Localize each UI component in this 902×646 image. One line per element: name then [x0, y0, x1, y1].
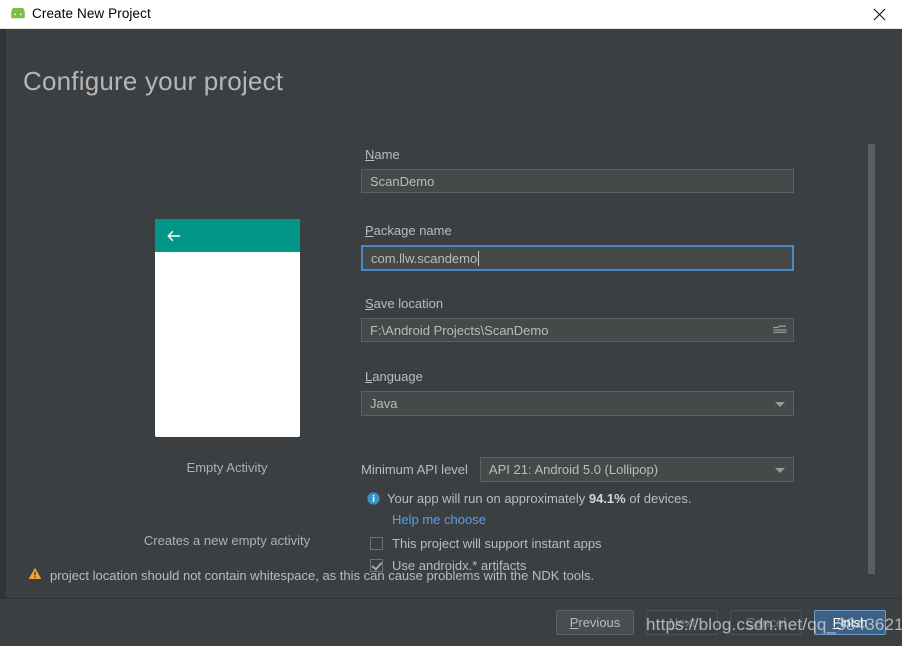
minimum-api-label: Minimum API level [361, 462, 468, 477]
next-button[interactable]: Next [646, 610, 718, 635]
preview-appbar [155, 219, 300, 252]
warning-triangle-icon [28, 567, 42, 585]
cancel-button-label: ancel [755, 615, 786, 630]
template-preview-card [155, 219, 300, 437]
previous-button[interactable]: Previous [556, 610, 634, 635]
save-location-label-mnemonic: S [365, 296, 374, 311]
dialog-body: Configure your project Empty Activity Cr… [0, 29, 902, 646]
finish-button-mnemonic: F [833, 615, 841, 630]
next-button-label: ext [678, 615, 695, 630]
device-coverage-info: Your app will run on approximately 94.1%… [367, 491, 692, 508]
field-group-name: Name ScanDemo [361, 147, 794, 193]
template-description-label: Creates a new empty activity [102, 533, 352, 548]
window-title: Create New Project [32, 6, 151, 21]
info-icon [367, 492, 380, 508]
content-scrollbar[interactable] [866, 134, 876, 582]
dialog-button-bar: Previous Next Cancel Finish [0, 599, 902, 646]
validation-warning-text: project location should not contain whit… [50, 568, 594, 583]
instant-apps-label: This project will support instant apps [392, 536, 602, 551]
minimum-api-select-value: API 21: Android 5.0 (Lollipop) [489, 462, 658, 477]
finish-button-label: inish [841, 615, 868, 630]
device-coverage-text-before: Your app will run on approximately [387, 491, 589, 506]
instant-apps-checkbox[interactable] [370, 537, 383, 550]
android-robot-icon [9, 8, 27, 22]
minimum-api-select[interactable]: API 21: Android 5.0 (Lollipop) [480, 457, 794, 482]
previous-button-mnemonic: P [570, 615, 579, 630]
cancel-button[interactable]: Cancel [730, 610, 802, 635]
field-group-language: Language Java [361, 369, 794, 416]
package-name-label-mnemonic: P [365, 223, 374, 238]
save-location-input-value: F:\Android Projects\ScanDemo [370, 323, 548, 338]
window-titlebar: Create New Project [0, 0, 902, 29]
page-title: Configure your project [23, 66, 283, 97]
save-location-label-rest: ave location [374, 296, 443, 311]
help-me-choose-link[interactable]: Help me choose [392, 512, 486, 527]
language-label: Language [365, 369, 794, 384]
next-button-mnemonic: N [669, 615, 678, 630]
name-label: Name [365, 147, 794, 162]
package-name-label-rest: ackage name [374, 223, 452, 238]
device-coverage-text: Your app will run on approximately 94.1%… [387, 491, 692, 506]
device-coverage-percent: 94.1% [589, 491, 626, 506]
cancel-button-mnemonic: C [746, 615, 755, 630]
field-group-package-name: Package name com.llw.scandemo [361, 223, 794, 271]
text-caret [478, 251, 479, 266]
language-label-rest: anguage [372, 369, 423, 384]
create-new-project-dialog: Create New Project Configure your projec… [0, 0, 902, 646]
device-coverage-text-after: of devices. [626, 491, 692, 506]
previous-button-label: revious [578, 615, 620, 630]
back-arrow-icon [166, 228, 182, 244]
package-name-input-value: com.llw.scandemo [371, 251, 477, 266]
folder-icon[interactable] [771, 322, 789, 338]
name-label-mnemonic: N [365, 147, 374, 162]
field-group-minimum-api: Minimum API level API 21: Android 5.0 (L… [361, 457, 794, 482]
scrollable-content-area: Empty Activity Creates a new empty activ… [6, 105, 885, 574]
name-label-rest: ame [374, 147, 399, 162]
language-select-value: Java [370, 396, 397, 411]
name-input[interactable]: ScanDemo [361, 169, 794, 193]
validation-warning-bar: project location should not contain whit… [6, 553, 902, 598]
save-location-label: Save location [365, 296, 794, 311]
instant-apps-checkbox-row[interactable]: This project will support instant apps [370, 536, 602, 551]
chevron-down-icon [775, 402, 785, 407]
save-location-input[interactable]: F:\Android Projects\ScanDemo [361, 318, 794, 342]
package-name-input[interactable]: com.llw.scandemo [361, 245, 794, 271]
field-group-save-location: Save location F:\Android Projects\ScanDe… [361, 296, 794, 342]
package-name-label: Package name [365, 223, 794, 238]
finish-button[interactable]: Finish [814, 610, 886, 635]
close-icon[interactable] [856, 0, 902, 28]
name-input-value: ScanDemo [370, 174, 434, 189]
template-name-label: Empty Activity [102, 460, 352, 475]
scrollbar-thumb[interactable] [868, 144, 875, 574]
chevron-down-icon [775, 468, 785, 473]
language-select[interactable]: Java [361, 391, 794, 416]
